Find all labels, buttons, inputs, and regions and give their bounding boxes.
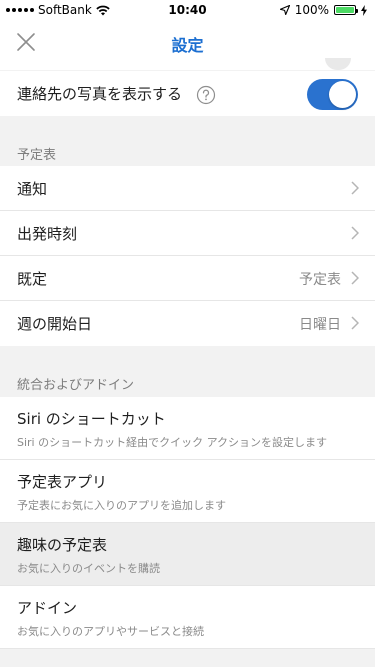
chevron-right-icon [351,316,359,330]
toggle-knob [329,81,356,108]
scrolled-section-edge [0,64,375,70]
row-title: アドイン [17,599,78,617]
calendar-row-week-start[interactable]: 週の開始日 日曜日 [0,301,375,346]
battery-icon [334,5,358,15]
row-label: 既定 [17,270,48,288]
status-bar: SoftBank 10:40 100% [0,0,375,20]
integration-row-siri[interactable]: Siri のショートカット Siri のショートカット経由でクイック アクション… [0,397,375,460]
calendar-row-departure[interactable]: 出発時刻 [0,211,375,256]
integration-row-calendar-apps[interactable]: 予定表アプリ 予定表にお気に入りのアプリを追加します [0,460,375,523]
calendar-section-header: 予定表 [17,148,57,163]
row-subtitle: お気に入りのイベントを購読 [17,562,160,575]
integration-row-interesting-calendars[interactable]: 趣味の予定表 お気に入りのイベントを購読 [0,523,375,586]
integrations-section: Siri のショートカット Siri のショートカット経由でクイック アクション… [0,397,375,649]
location-arrow-icon [279,5,290,15]
battery-fill [336,7,354,13]
question-circle-icon[interactable] [196,85,216,105]
calendar-section: 通知 出発時刻 既定 予定表 週の開始日 日曜日 [0,166,375,346]
charging-bolt-icon [361,4,367,16]
integration-row-addins[interactable]: アドイン お気に入りのアプリやサービスと接続 [0,586,375,649]
chevron-right-icon [351,181,359,195]
row-value: 日曜日 [299,317,341,333]
chevron-right-icon [351,271,359,285]
calendar-row-default[interactable]: 既定 予定表 [0,256,375,301]
row-title: Siri のショートカット [17,410,166,428]
chevron-right-icon [351,226,359,240]
row-title: 予定表アプリ [17,473,108,491]
row-subtitle: Siri のショートカット経由でクイック アクションを設定します [17,436,328,449]
integrations-section-header: 統合およびアドイン [17,378,135,393]
calendar-row-notifications[interactable]: 通知 [0,166,375,211]
navigation-bar: 設定 [0,20,375,64]
contacts-photo-row: 連絡先の写真を表示する [0,71,375,116]
row-value: 予定表 [299,272,341,288]
row-subtitle: お気に入りのアプリやサービスと接続 [17,625,204,638]
row-label: 出発時刻 [17,225,78,243]
settings-screen: SoftBank 10:40 100% 設定 連絡先の写真を表示する 予定表 通… [0,0,375,667]
battery-percent: 100% [294,3,329,17]
contacts-photo-label: 連絡先の写真を表示する [17,85,183,103]
row-subtitle: 予定表にお気に入りのアプリを追加します [17,499,226,512]
contacts-section: 連絡先の写真を表示する [0,71,375,116]
page-title: 設定 [171,36,204,55]
row-label: 通知 [17,180,48,198]
contacts-photo-toggle[interactable] [307,79,358,110]
status-right: 100% [279,3,367,17]
row-title: 趣味の予定表 [17,536,108,554]
row-label: 週の開始日 [17,315,93,333]
